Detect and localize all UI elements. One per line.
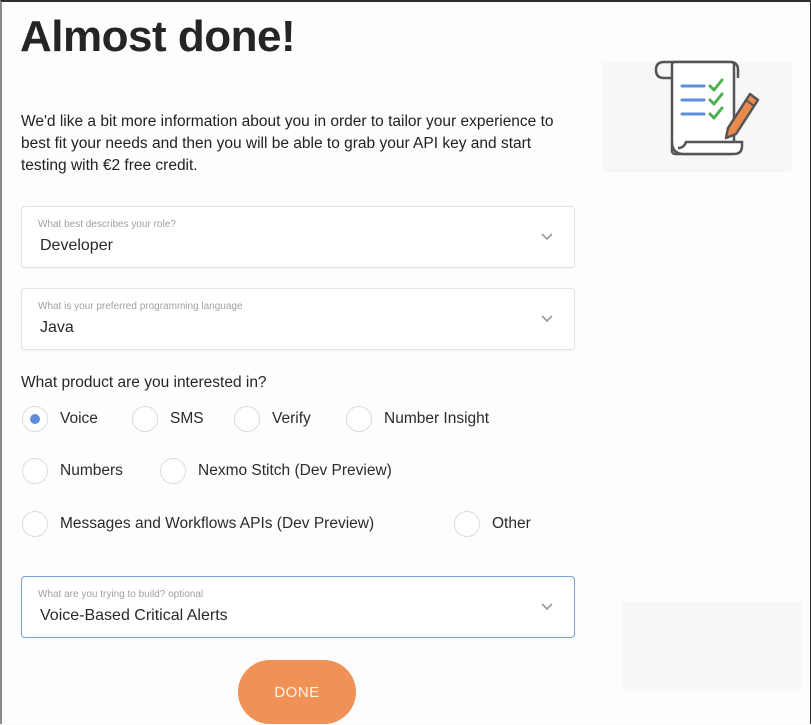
product-question: What product are you interested in? [21, 374, 267, 391]
background-placeholder [622, 602, 802, 692]
radio-button[interactable] [160, 458, 186, 484]
language-select-label: What is your preferred programming langu… [38, 301, 243, 312]
radio-label: SMS [170, 410, 204, 427]
build-select-label: What are you trying to build? optional [38, 589, 204, 600]
product-radio-voice[interactable]: Voice [22, 406, 98, 432]
language-select-value: Java [40, 319, 74, 336]
product-radio-verify[interactable]: Verify [234, 406, 311, 432]
radio-button[interactable] [22, 511, 48, 537]
product-radio-other[interactable]: Other [454, 511, 531, 537]
radio-button[interactable] [234, 406, 260, 432]
radio-label: Verify [272, 410, 311, 427]
product-radio-sms[interactable]: SMS [132, 406, 204, 432]
build-select-value: Voice-Based Critical Alerts [40, 607, 228, 624]
intro-text: We'd like a bit more information about y… [21, 113, 554, 174]
product-radio-numbers[interactable]: Numbers [22, 458, 123, 484]
radio-button[interactable] [22, 458, 48, 484]
product-radio-nexmo-stitch[interactable]: Nexmo Stitch (Dev Preview) [160, 458, 392, 484]
role-select-value: Developer [40, 237, 113, 254]
radio-label: Nexmo Stitch (Dev Preview) [198, 462, 392, 479]
radio-label: Number Insight [384, 410, 490, 427]
product-radio-messages-workflows[interactable]: Messages and Workflows APIs (Dev Preview… [22, 511, 374, 537]
build-select[interactable]: What are you trying to build? optional V… [21, 576, 575, 638]
radio-button[interactable] [346, 406, 372, 432]
radio-label: Other [492, 515, 531, 532]
radio-button[interactable] [22, 406, 48, 432]
chevron-down-icon[interactable] [540, 599, 554, 617]
chevron-down-icon[interactable] [540, 311, 554, 329]
chevron-down-icon[interactable] [540, 229, 554, 247]
role-select-label: What best describes your role? [38, 219, 176, 230]
language-select[interactable]: What is your preferred programming langu… [21, 288, 575, 350]
checklist-scroll-pencil-icon [642, 42, 762, 167]
signup-form-panel: Almost done! We'd like a bit more inform… [0, 0, 811, 724]
page-title: Almost done! [20, 12, 296, 61]
role-select[interactable]: What best describes your role? Developer [21, 206, 575, 268]
radio-label: Messages and Workflows APIs (Dev Preview… [60, 515, 375, 532]
radio-label: Voice [60, 410, 98, 427]
radio-selected-dot [30, 414, 40, 424]
product-radio-number-insight[interactable]: Number Insight [346, 406, 489, 432]
radio-label: Numbers [60, 462, 123, 479]
done-button[interactable]: DONE [238, 660, 356, 724]
radio-button[interactable] [454, 511, 480, 537]
radio-button[interactable] [132, 406, 158, 432]
